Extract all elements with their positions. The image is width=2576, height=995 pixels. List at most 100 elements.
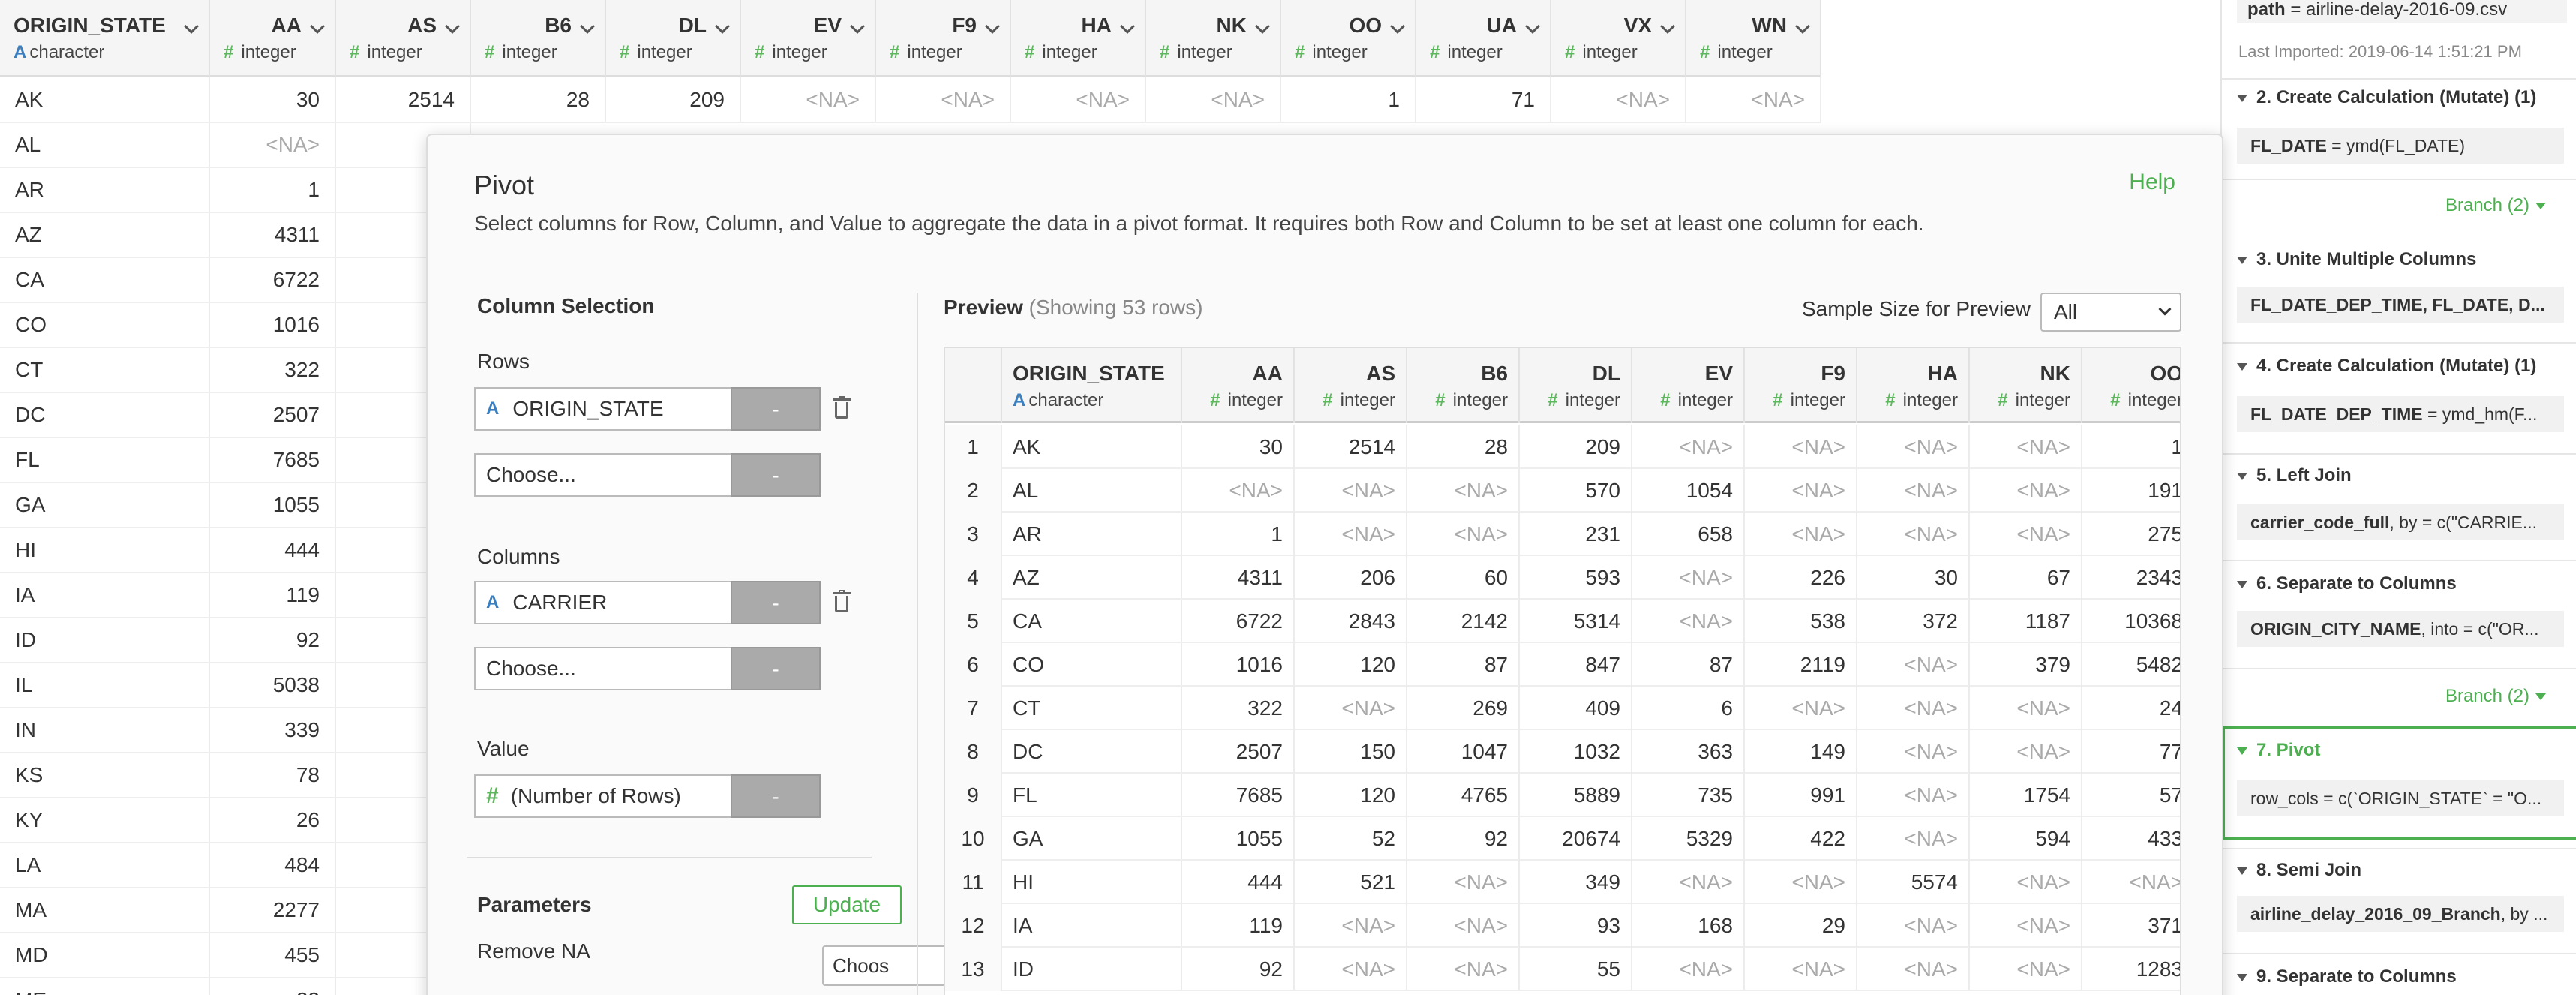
table-row: KS78<N	[0, 753, 471, 798]
preview-cell: 52	[1295, 817, 1407, 861]
hash-icon: #	[1660, 390, 1671, 410]
table-cell: 209	[606, 77, 741, 122]
step-9-title[interactable]: 9. Separate to Columns	[2237, 966, 2457, 987]
step-5-title[interactable]: 5. Left Join	[2237, 465, 2352, 486]
column-header-aa[interactable]: AA # integer	[210, 0, 336, 77]
value-select[interactable]: # (Number of Rows) -	[474, 774, 821, 818]
column-header-b6[interactable]: B6 # integer	[471, 0, 606, 77]
preview-cell: FL	[1002, 774, 1182, 817]
preview-cell: <NA>	[1970, 861, 2082, 904]
sample-size-label: Sample Size for Preview	[1802, 297, 2031, 320]
rows-select[interactable]: A ORIGIN_STATE -	[474, 387, 821, 431]
remove-na-select[interactable]: Choos	[822, 945, 947, 986]
preview-cell: HI	[1002, 861, 1182, 904]
table-cell: AZ	[0, 212, 210, 257]
preview-cell: 30	[1857, 556, 1970, 600]
branch-link[interactable]: Branch (2)	[2445, 195, 2546, 216]
column-header-as[interactable]: AS # integer	[336, 0, 471, 77]
table-cell: IN	[0, 708, 210, 753]
column-header-vx[interactable]: VX # integer	[1551, 0, 1686, 77]
table-row: IL 5038	[0, 663, 471, 708]
table-row: CA67222	[0, 257, 471, 303]
table-cell: FL	[0, 437, 210, 482]
columns-remove-button[interactable]: -	[731, 581, 821, 624]
table-cell: LA	[0, 843, 210, 888]
preview-cell: <NA>	[1745, 948, 1857, 991]
columns-choose-remove-button[interactable]: -	[731, 647, 821, 690]
column-name: WN	[1752, 14, 1787, 37]
preview-row: 6 CO 1016 120 87 847 87 2119 <NA> 379 5482	[945, 643, 2180, 687]
update-button[interactable]: Update	[792, 885, 902, 924]
step-4-title[interactable]: 4. Create Calculation (Mutate) (1)	[2237, 356, 2536, 377]
column-type: # integer	[1210, 390, 1283, 410]
step-6-body[interactable]: ORIGIN_CITY_NAME, into = c("OR...	[2237, 611, 2564, 647]
column-header-dl[interactable]: DL # integer	[606, 0, 741, 77]
rows-choose-select[interactable]: Choose... -	[474, 453, 821, 497]
preview-cell: 20674	[1520, 817, 1632, 861]
hash-icon: #	[1435, 390, 1446, 410]
preview-cell: 521	[1295, 861, 1407, 904]
panel-divider	[467, 857, 872, 858]
trash-icon[interactable]	[833, 396, 851, 419]
step-8-title[interactable]: 8. Semi Join	[2237, 860, 2361, 881]
pivot-dialog: Pivot Help Select columns for Row, Colum…	[426, 134, 2223, 995]
value-remove-button[interactable]: -	[731, 774, 821, 818]
step-8-body[interactable]: airline_delay_2016_09_Branch, by ...	[2237, 896, 2564, 932]
preview-cell: 658	[1632, 513, 1745, 556]
character-type-icon: A	[486, 592, 500, 612]
preview-cell: 1754	[1970, 774, 2082, 817]
step-2-title[interactable]: 2. Create Calculation (Mutate) (1)	[2237, 87, 2536, 108]
column-header-wn[interactable]: WN # integer	[1686, 0, 1821, 77]
preview-cell: 67	[1970, 556, 2082, 600]
step-4-body[interactable]: FL_DATE_DEP_TIME = ymd_hm(F...	[2237, 396, 2564, 432]
rows-remove-button[interactable]: -	[731, 387, 821, 431]
column-type: # integer	[755, 42, 827, 62]
preview-table: ORIGIN_STATE Acharacter AA # integer AS # integ…	[944, 347, 2181, 995]
table-row: CO 1016	[0, 302, 471, 348]
step-path-box[interactable]: path = airline-delay-2016-09.csv	[2237, 0, 2567, 23]
preview-cell: CT	[1002, 687, 1182, 730]
row-index: 4	[945, 556, 1002, 600]
preview-cell: 231	[1520, 513, 1632, 556]
preview-cell: <NA>	[1632, 425, 1745, 469]
trash-icon[interactable]	[833, 590, 851, 612]
step-5-body[interactable]: carrier_code_full, by = c("CARRIE...	[2237, 504, 2564, 540]
preview-header-aa: AA # integer	[1182, 348, 1295, 423]
column-header-origin_state[interactable]: ORIGIN_STATE Acharacter	[0, 0, 210, 77]
column-header-f9[interactable]: F9 # integer	[876, 0, 1011, 77]
branch-link[interactable]: Branch (2)	[2445, 686, 2546, 707]
step-2-body[interactable]: FL_DATE = ymd(FL_DATE)	[2237, 128, 2564, 164]
column-type: # integer	[1885, 390, 1958, 410]
columns-select[interactable]: A CARRIER -	[474, 581, 821, 624]
column-type: # integer	[350, 42, 422, 62]
preview-cell: 349	[1520, 861, 1632, 904]
step-6-title[interactable]: 6. Separate to Columns	[2237, 573, 2457, 594]
app-root: ORIGIN_STATE Acharacter AA # integer AS # integ…	[0, 0, 2576, 995]
table-row: ME22	[0, 978, 471, 995]
preview-cell: 570	[1520, 469, 1632, 513]
table-cell: 339	[210, 708, 336, 753]
column-name: ORIGIN_STATE	[14, 14, 166, 37]
preview-row: 7 CT 322 <NA> 269 409 6 <NA> <NA> <NA> 24	[945, 687, 2180, 730]
table-cell: 484	[210, 843, 336, 888]
hash-icon: #	[2110, 390, 2121, 410]
help-link[interactable]: Help	[2129, 170, 2175, 195]
column-header-ua[interactable]: UA # integer	[1416, 0, 1551, 77]
sample-size-select[interactable]: All	[2040, 293, 2181, 332]
step-3-title[interactable]: 3. Unite Multiple Columns	[2237, 249, 2476, 270]
column-header-ev[interactable]: EV # integer	[741, 0, 876, 77]
columns-choose-select[interactable]: Choose... -	[474, 647, 821, 690]
rows-choose-remove-button[interactable]: -	[731, 453, 821, 497]
hash-icon: #	[1025, 42, 1035, 62]
step-3-body[interactable]: FL_DATE_DEP_TIME, FL_DATE, D...	[2237, 287, 2564, 323]
preview-cell: GA	[1002, 817, 1182, 861]
preview-cell: 593	[1520, 556, 1632, 600]
preview-cell: 433	[2082, 817, 2180, 861]
preview-cell: 77	[2082, 730, 2180, 774]
preview-cell: <NA>	[1857, 817, 1970, 861]
column-header-ha[interactable]: HA # integer	[1011, 0, 1146, 77]
preview-cell: 371	[2082, 904, 2180, 948]
table-row: HI 444	[0, 528, 471, 573]
column-header-oo[interactable]: OO # integer	[1281, 0, 1416, 77]
column-header-nk[interactable]: NK # integer	[1146, 0, 1281, 77]
